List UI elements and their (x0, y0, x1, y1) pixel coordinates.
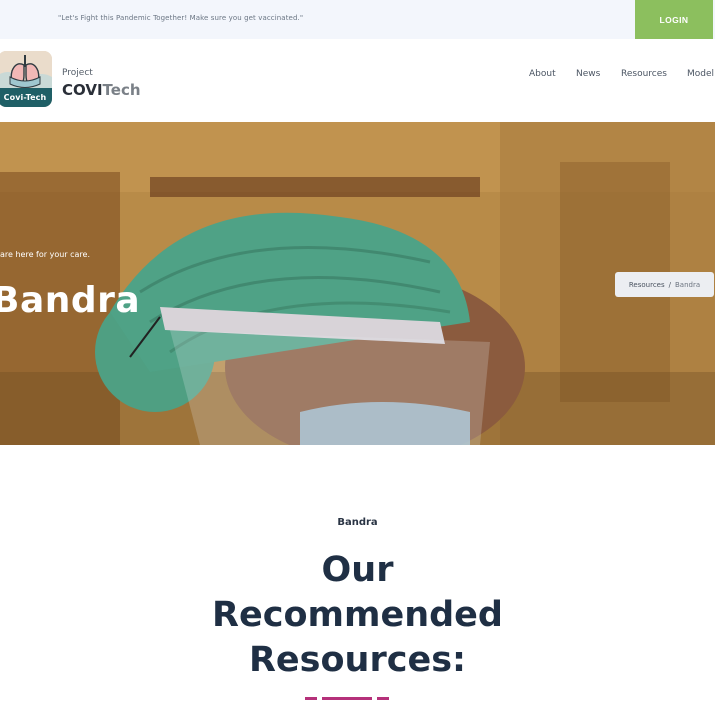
section-title-line: Recommended (212, 595, 503, 635)
section-title: Our Recommended Resources: (0, 548, 715, 683)
main-nav: About News Resources Model (0, 69, 715, 83)
site-header: Covi-Tech Project COVITech About News Re… (0, 39, 715, 122)
section-title-line: Our (321, 550, 394, 590)
breadcrumb-separator: / (668, 280, 671, 289)
hero-banner: are here for your care. Bandra Resources… (0, 122, 715, 445)
hero-subtitle: are here for your care. (0, 250, 91, 259)
breadcrumb-resources-link[interactable]: Resources (629, 281, 665, 289)
nav-item-about[interactable]: About (529, 69, 556, 79)
login-button[interactable]: LOGIN (635, 0, 713, 39)
announcement-bar: "Let's Fight this Pandemic Together! Mak… (0, 0, 715, 39)
nav-item-news[interactable]: News (576, 69, 600, 79)
section-kicker: Bandra (337, 517, 378, 528)
nav-item-model[interactable]: Model (687, 69, 714, 79)
announcement-text: "Let's Fight this Pandemic Together! Mak… (58, 14, 304, 22)
hero-title: Bandra (0, 280, 141, 321)
brand-name-bold: COVI (62, 81, 103, 99)
title-divider (305, 697, 389, 700)
logo-caption: Covi-Tech (0, 88, 52, 107)
breadcrumb: Resources / Bandra (615, 272, 714, 297)
nav-item-resources[interactable]: Resources (621, 69, 667, 79)
brand-name[interactable]: COVITech (62, 81, 141, 99)
brand-name-light: Tech (102, 81, 141, 99)
section-title-line: Resources: (248, 640, 467, 680)
breadcrumb-current: Bandra (674, 280, 701, 289)
